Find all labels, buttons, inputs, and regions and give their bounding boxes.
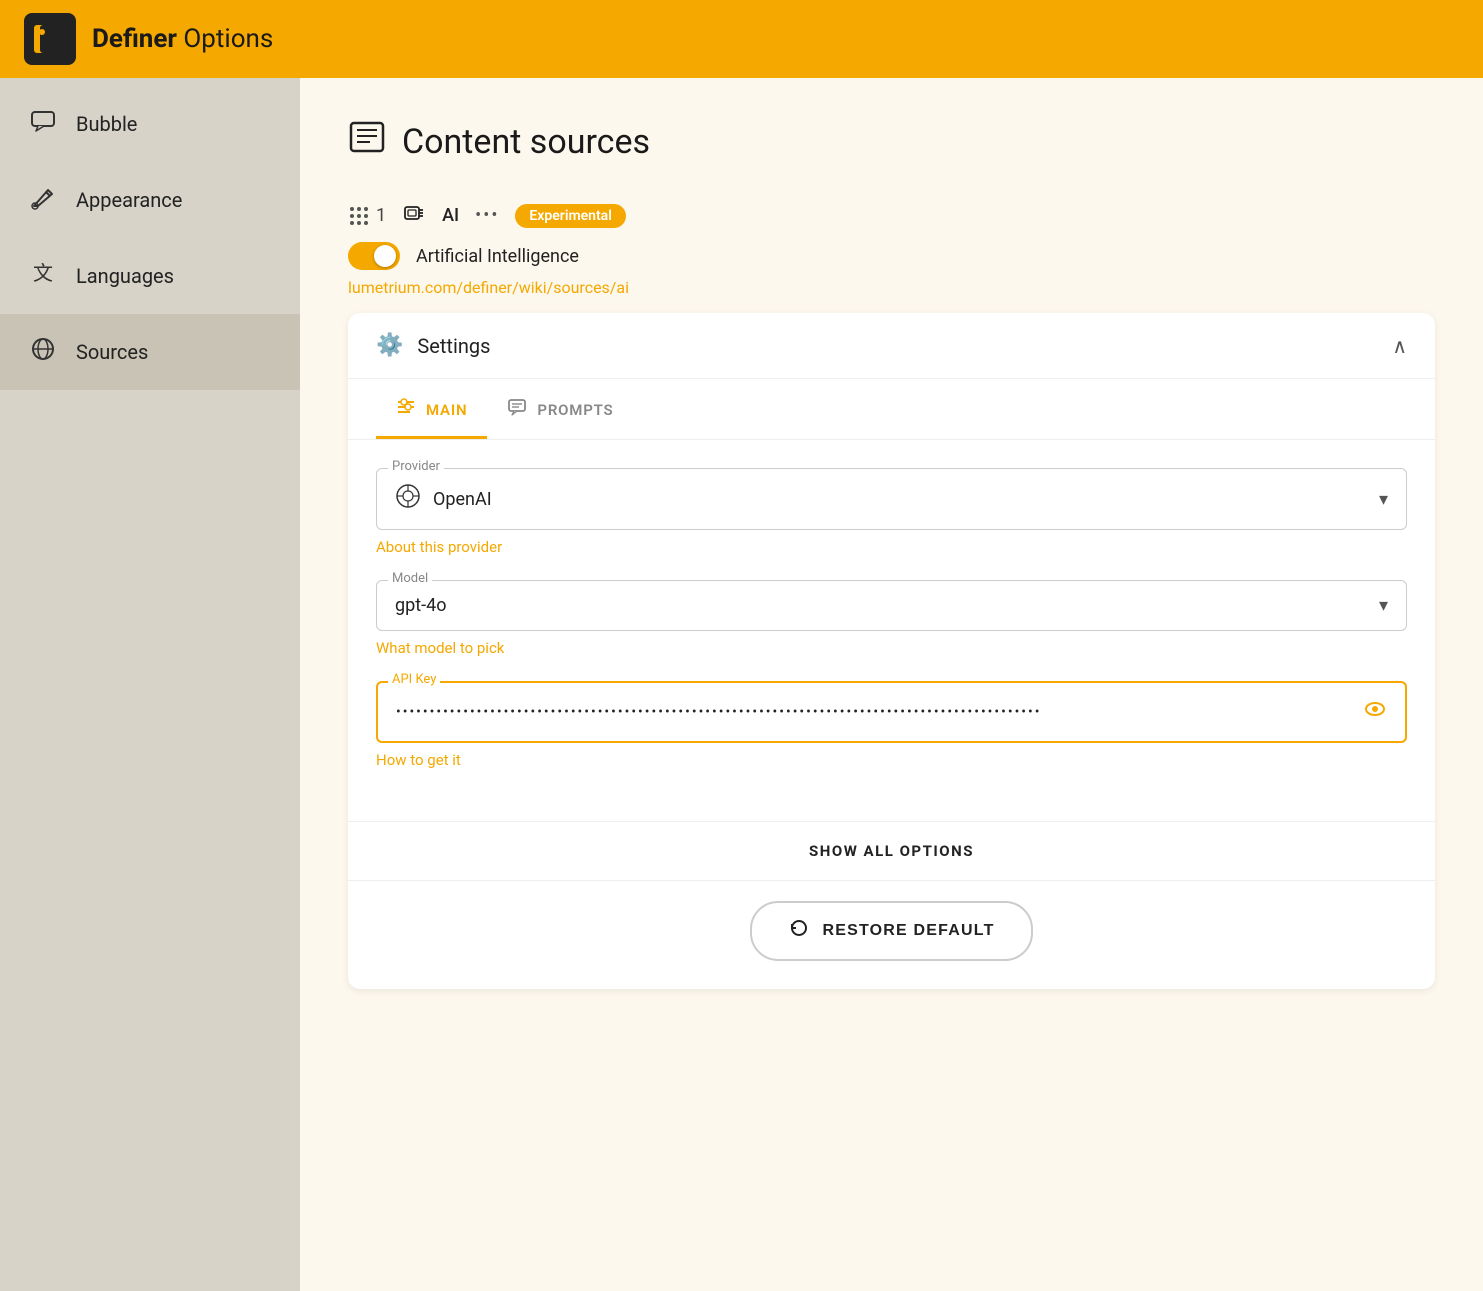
model-select[interactable]: gpt-4o ▾	[376, 580, 1407, 631]
how-to-get-link[interactable]: How to get it	[376, 751, 1407, 769]
source-header-row: 1 AI ••• Experimental	[348, 201, 1435, 230]
openai-icon	[395, 483, 421, 515]
restore-default-row: RESTORE DEFAULT	[348, 880, 1435, 989]
main-content: Content sources	[300, 78, 1483, 1291]
show-all-options-button[interactable]: SHOW ALL OPTIONS	[348, 821, 1435, 880]
tab-prompts-label: PROMPTS	[537, 401, 613, 419]
api-key-field: API Key ••••••••••••••••••••••••••••••••…	[376, 681, 1407, 769]
app-layout: Bubble Appearance 文 Languages	[0, 78, 1483, 1291]
svg-text:文: 文	[33, 261, 53, 285]
source-description: Artificial Intelligence	[416, 246, 579, 267]
provider-label: Provider	[388, 459, 444, 474]
sidebar: Bubble Appearance 文 Languages	[0, 78, 300, 1291]
sidebar-label-sources: Sources	[76, 340, 148, 364]
settings-panel: ⚙️ Settings ∧	[348, 313, 1435, 989]
restore-default-label: RESTORE DEFAULT	[822, 922, 994, 940]
restore-default-button[interactable]: RESTORE DEFAULT	[750, 901, 1032, 961]
app-header: Definer Options	[0, 0, 1483, 78]
source-more-button[interactable]: •••	[475, 205, 499, 226]
source-name-label: AI	[442, 205, 459, 226]
experimental-badge: Experimental	[515, 204, 625, 228]
what-model-link[interactable]: What model to pick	[376, 639, 1407, 657]
bubble-icon	[30, 108, 56, 140]
settings-collapse-button[interactable]: ∧	[1392, 334, 1407, 358]
settings-gear-icon: ⚙️	[376, 333, 403, 358]
api-key-label: API Key	[388, 672, 440, 687]
model-field: Model gpt-4o ▾ What model to pick	[376, 580, 1407, 657]
settings-body: Provider	[348, 440, 1435, 821]
appearance-icon	[30, 184, 56, 216]
sidebar-label-appearance: Appearance	[76, 188, 182, 212]
settings-title-row: ⚙️ Settings	[376, 333, 490, 358]
sidebar-label-bubble: Bubble	[76, 112, 137, 136]
sidebar-item-languages[interactable]: 文 Languages	[0, 238, 300, 314]
provider-select[interactable]: OpenAI ▾	[376, 468, 1407, 530]
source-ai-icon	[402, 201, 426, 230]
model-label: Model	[388, 571, 432, 586]
provider-field: Provider	[376, 468, 1407, 556]
restore-icon	[788, 917, 810, 945]
page-title: Content sources	[402, 122, 650, 162]
app-logo	[24, 13, 76, 65]
tab-main[interactable]: MAIN	[376, 379, 487, 439]
source-number-label: 1	[376, 205, 386, 226]
provider-value: OpenAI	[433, 489, 1379, 510]
source-toggle[interactable]	[348, 242, 400, 270]
sidebar-item-sources[interactable]: Sources	[0, 314, 300, 390]
prompts-tab-icon	[507, 397, 527, 422]
source-wiki-link[interactable]: lumetrium.com/definer/wiki/sources/ai	[348, 278, 629, 297]
page-title-icon	[348, 118, 386, 165]
settings-title-label: Settings	[417, 334, 490, 358]
settings-header: ⚙️ Settings ∧	[348, 313, 1435, 379]
app-title: Definer Options	[92, 24, 273, 54]
about-provider-link[interactable]: About this provider	[376, 538, 1407, 556]
sidebar-item-bubble[interactable]: Bubble	[0, 86, 300, 162]
tab-prompts[interactable]: PROMPTS	[487, 379, 633, 439]
languages-icon: 文	[30, 260, 56, 292]
api-key-input-wrapper[interactable]: ••••••••••••••••••••••••••••••••••••••••…	[376, 681, 1407, 743]
settings-tabs: MAIN PROMPTS	[348, 379, 1435, 440]
api-key-dots: ••••••••••••••••••••••••••••••••••••••••…	[396, 704, 1353, 720]
source-toggle-row: Artificial Intelligence	[348, 242, 1435, 270]
provider-dropdown-arrow: ▾	[1379, 489, 1388, 510]
api-key-toggle-visibility-button[interactable]	[1363, 697, 1387, 727]
tab-main-label: MAIN	[426, 401, 467, 419]
main-tab-icon	[396, 397, 416, 422]
sidebar-item-appearance[interactable]: Appearance	[0, 162, 300, 238]
page-title-row: Content sources	[348, 118, 1435, 165]
source-entry: 1 AI ••• Experimental	[348, 201, 1435, 989]
model-dropdown-arrow: ▾	[1379, 595, 1388, 616]
model-value: gpt-4o	[395, 595, 1379, 616]
source-number: 1	[348, 205, 386, 227]
sources-icon	[30, 336, 56, 368]
sidebar-label-languages: Languages	[76, 264, 174, 288]
